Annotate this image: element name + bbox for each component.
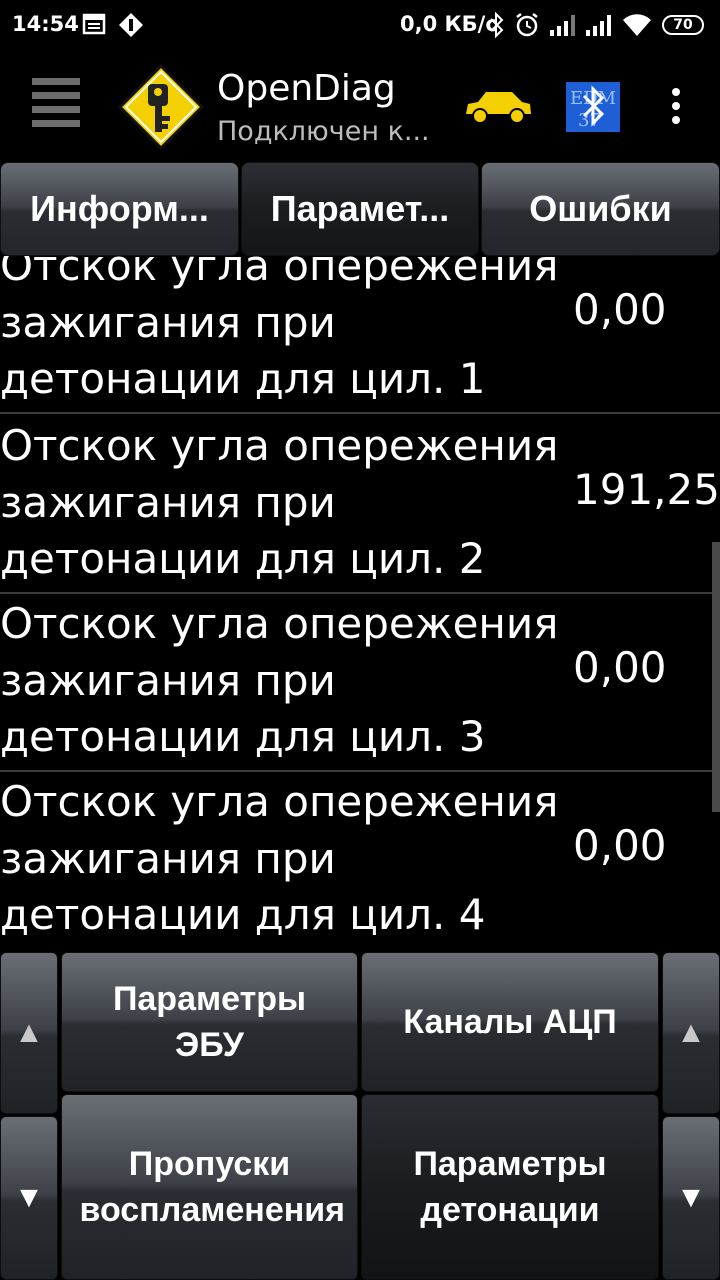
group-knock-params-button[interactable]: Параметры детонации xyxy=(361,1094,659,1280)
scrollbar[interactable] xyxy=(712,542,720,812)
app-title: OpenDiag xyxy=(217,68,396,109)
bluetooth-status-icon xyxy=(490,12,504,38)
app-notification-icon xyxy=(119,13,143,37)
signal-icon-1 xyxy=(550,15,575,36)
parameter-row: Отскок угла опережения зажигания при дет… xyxy=(0,594,720,772)
parameter-value: 0,00 xyxy=(573,821,667,870)
group-knock-params-label: Параметры детонации xyxy=(413,1145,607,1229)
network-speed: 0,0 КБ/с xyxy=(400,12,498,36)
group-misfires-button[interactable]: Пропуски воспламенения xyxy=(61,1094,358,1280)
arrow-up-icon: ▲ xyxy=(676,1016,706,1049)
parameter-name: Отскок угла опережения зажигания при дет… xyxy=(0,421,559,583)
action-bar: OpenDiag Подключен к... EDM 37 xyxy=(0,52,720,160)
bluetooth-ecu-icon[interactable]: EDM 37 xyxy=(566,82,620,132)
parameter-row: Отскок угла опережения зажигания при дет… xyxy=(0,772,720,948)
tab-errors[interactable]: Ошибки xyxy=(481,162,720,256)
parameter-name: Отскок угла опережения зажигания при дет… xyxy=(0,599,559,761)
battery-icon: 70 xyxy=(662,15,704,35)
menu-icon[interactable] xyxy=(32,78,82,130)
parameter-value: 0,00 xyxy=(573,285,667,334)
parameter-value: 191,25 xyxy=(573,465,720,514)
signal-icon-2 xyxy=(586,15,611,36)
scroll-down-left-button[interactable]: ▼ xyxy=(0,1116,58,1280)
tab-parameters[interactable]: Парамет... xyxy=(241,162,479,256)
status-time: 14:54 xyxy=(12,12,79,36)
group-ecu-params-button[interactable]: Параметры ЭБУ xyxy=(61,952,358,1092)
alarm-icon xyxy=(516,13,538,37)
arrow-up-icon: ▲ xyxy=(14,1016,44,1049)
group-adc-channels-label: Каналы АЦП xyxy=(403,1003,617,1041)
parameter-value: 0,00 xyxy=(573,643,667,692)
parameter-list[interactable]: Отскок угла опережения зажигания при дет… xyxy=(0,256,720,948)
scroll-up-right-button[interactable]: ▲ xyxy=(662,952,720,1114)
group-adc-channels-button[interactable]: Каналы АЦП xyxy=(361,952,659,1092)
parameter-name: Отскок угла опережения зажигания при дет… xyxy=(0,777,559,939)
group-misfires-label: Пропуски воспламенения xyxy=(79,1145,346,1229)
arrow-down-icon: ▼ xyxy=(14,1181,44,1214)
parameter-name: Отскок угла опережения зажигания при дет… xyxy=(0,256,559,403)
wifi-icon xyxy=(623,14,651,36)
connection-status: Подключен к... xyxy=(217,116,430,147)
scroll-down-right-button[interactable]: ▼ xyxy=(662,1116,720,1280)
parameter-row: Отскок угла опережения зажигания при дет… xyxy=(0,416,720,594)
scroll-up-left-button[interactable]: ▲ xyxy=(0,952,58,1114)
tab-bar: Информ... Парамет... Ошибки xyxy=(0,162,720,256)
app-logo-icon xyxy=(118,64,204,150)
group-buttons: ▲ Параметры ЭБУ Каналы АЦП ▲ ▼ Пропуски … xyxy=(0,948,720,1280)
calendar-icon xyxy=(82,13,106,35)
overflow-menu-icon[interactable] xyxy=(664,88,688,128)
car-icon[interactable] xyxy=(462,86,534,126)
tab-info[interactable]: Информ... xyxy=(0,162,239,256)
arrow-down-icon: ▼ xyxy=(676,1181,706,1214)
status-bar: 14:54 0,0 КБ/с 70 xyxy=(0,0,720,52)
parameter-row: Отскок угла опережения зажигания при дет… xyxy=(0,256,720,414)
group-ecu-params-label: Параметры ЭБУ xyxy=(112,980,307,1064)
